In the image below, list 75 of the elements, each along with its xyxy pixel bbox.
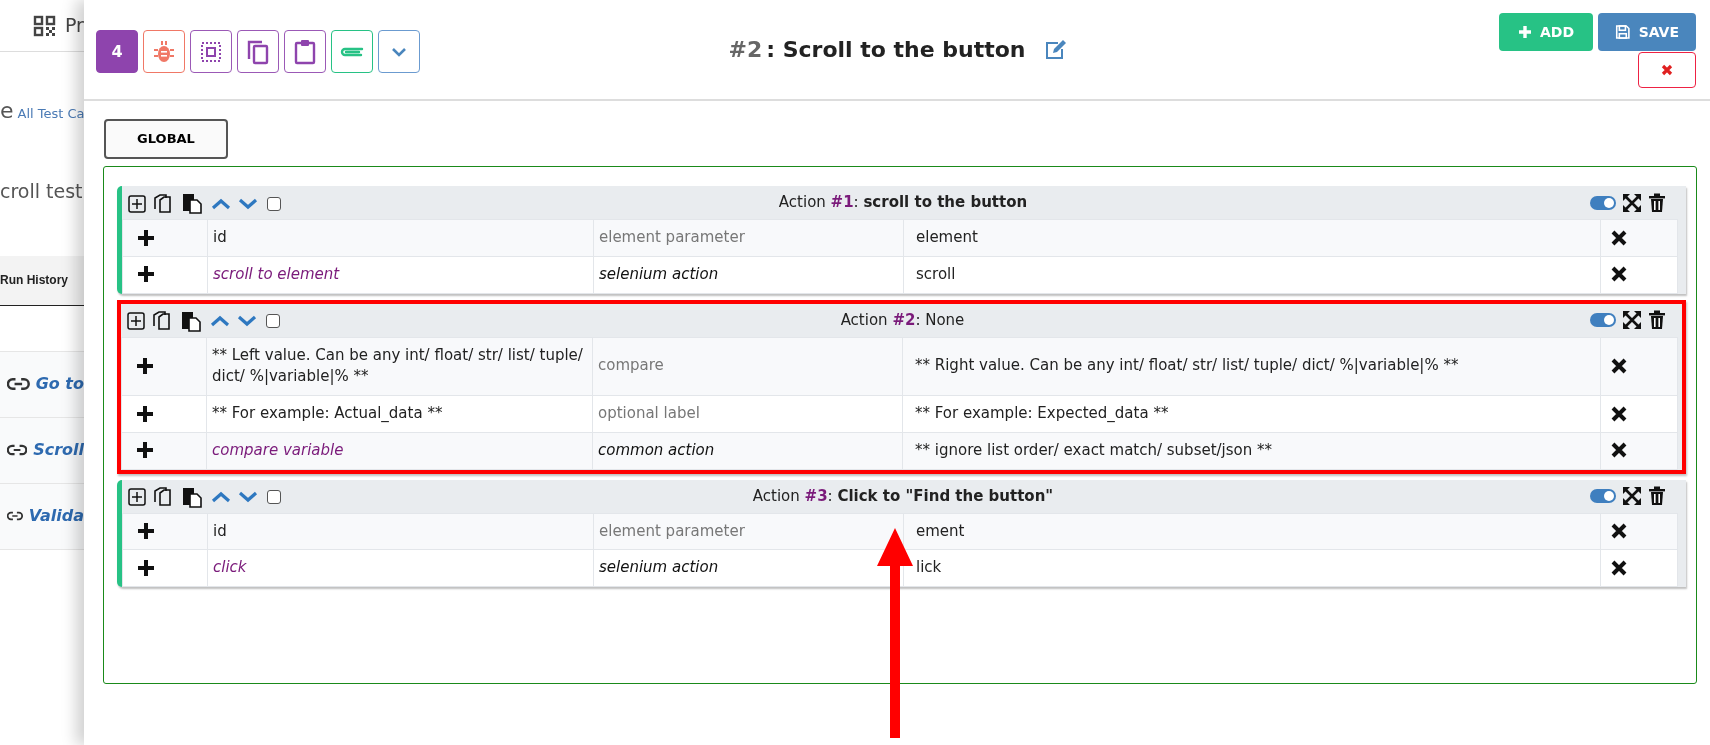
edit-icon[interactable] [1043,39,1066,60]
copy-icon [246,38,270,65]
link-icon [7,509,23,523]
plus-square-icon[interactable] [128,488,146,506]
action-checkbox[interactable] [266,314,280,328]
clipboard-button[interactable] [284,30,326,73]
remove-row-icon[interactable] [1611,229,1627,246]
action-checkbox[interactable] [267,196,281,211]
type-text: selenium action [599,263,720,285]
link-icon [7,443,28,457]
type-text: element parameter [599,520,746,542]
action-title: Action #2: None [840,310,965,329]
clipboard-icon [294,38,316,65]
add-row-icon[interactable] [137,558,155,577]
add-row-icon[interactable] [137,265,155,284]
breadcrumb-link[interactable]: All Test Ca [17,104,84,124]
move-up-icon[interactable] [211,197,231,210]
move-up-icon[interactable] [210,315,230,327]
toggle-switch[interactable] [1590,313,1616,327]
trash-icon[interactable] [1648,486,1666,506]
global-tab[interactable]: GLOBAL [104,119,228,159]
action-title: Action #3: Click to "Find the button" [752,486,1054,505]
add-row-icon[interactable] [137,522,155,540]
qr-code-icon [33,14,57,37]
add-row-icon[interactable] [136,404,154,423]
paste-icon[interactable] [182,486,204,508]
move-up-icon[interactable] [211,491,231,503]
plus-square-icon[interactable] [128,194,146,213]
remove-row-icon[interactable] [1611,266,1627,283]
remove-row-icon[interactable] [1611,442,1627,459]
action-title: Action #1: scroll to the button [778,193,1028,212]
toggle-switch[interactable] [1590,195,1616,210]
nav-item[interactable]: Pr [65,11,84,40]
add-row-icon[interactable] [136,441,154,460]
trash-icon[interactable] [1648,310,1666,330]
save-button[interactable]: SAVE [1598,13,1696,51]
toggle-switch[interactable] [1590,489,1616,503]
remove-row-icon[interactable] [1611,357,1627,374]
action-checkbox[interactable] [267,490,281,504]
add-row-icon[interactable] [136,356,154,375]
bug-icon [153,39,175,64]
paste-icon[interactable] [182,193,204,214]
select-icon [200,40,222,63]
add-row-icon[interactable] [137,228,155,247]
remove-row-icon[interactable] [1611,523,1627,539]
move-down-icon[interactable] [238,491,258,503]
expand-icon[interactable] [1622,310,1642,330]
move-down-icon[interactable] [238,197,258,210]
remove-row-icon[interactable] [1611,405,1627,422]
type-text: optional label [598,403,701,424]
paste-icon[interactable] [181,310,203,332]
trash-icon[interactable] [1648,192,1666,213]
chevron-down-icon [391,46,407,57]
breadcrumb-text: e [0,97,14,125]
type-text: common action [598,439,716,461]
plus-square-icon[interactable] [127,312,145,330]
count-button[interactable]: 4 [96,30,138,73]
step-title: : Scroll to the button [766,36,1026,64]
close-button[interactable] [1638,52,1696,88]
expand-icon[interactable] [1622,192,1642,213]
move-down-icon[interactable] [237,315,257,327]
type-text: compare [598,355,665,377]
bug-button[interactable] [143,30,185,73]
step-number: #2 [728,36,763,64]
plus-icon [1517,25,1532,39]
link-icon [7,377,30,391]
close-icon [1661,64,1673,76]
dropdown-button[interactable] [378,30,420,73]
remove-row-icon[interactable] [1611,559,1627,576]
page-heading: croll test [0,179,84,204]
type-text: element parameter [599,227,746,248]
copy-button[interactable] [237,30,279,73]
select-button[interactable] [190,30,232,73]
type-text: selenium action [599,557,720,579]
expand-icon[interactable] [1622,486,1642,506]
